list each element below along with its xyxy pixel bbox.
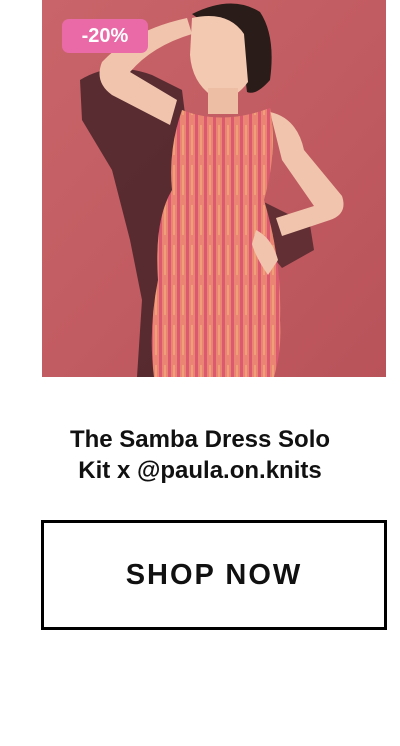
product-title-line2: Kit x @paula.on.knits	[78, 457, 322, 484]
shop-now-button[interactable]: SHOP NOW	[41, 520, 387, 630]
product-title-line1: The Samba Dress Solo	[69, 426, 331, 453]
shop-now-label: SHOP NOW	[125, 558, 303, 591]
product-image[interactable]	[42, 0, 386, 377]
discount-badge: -20%	[62, 19, 148, 53]
product-photo-illustration	[42, 0, 386, 377]
product-title[interactable]: The Samba Dress Solo Kit x @paula.on.kni…	[0, 424, 400, 486]
